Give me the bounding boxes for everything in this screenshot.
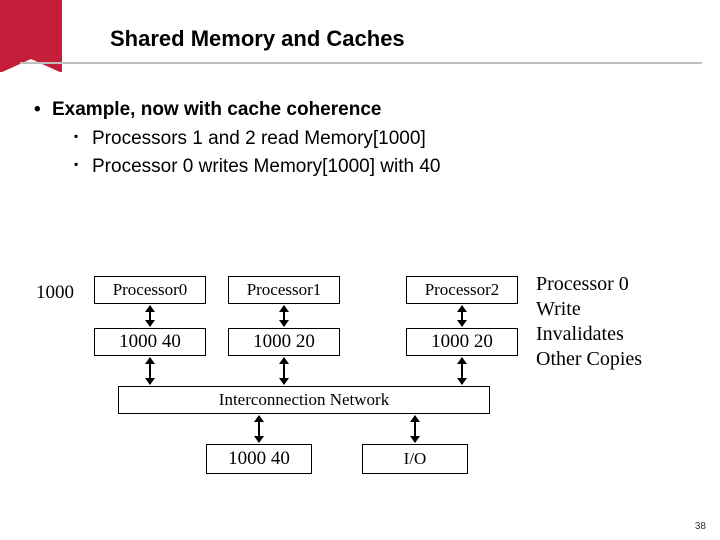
arrow-bus-io: [414, 416, 416, 442]
arrow-proc1-cache: [283, 306, 285, 326]
annotation-line: Other Copies: [536, 347, 642, 372]
memory-address-label: 1000: [36, 282, 74, 304]
arrow-bus-memory: [258, 416, 260, 442]
cache-0-box: 1000 40: [94, 328, 206, 356]
io-box: I/O: [362, 444, 468, 474]
bullet-level2: Processor 0 writes Memory[1000] with 40: [74, 153, 702, 182]
processor-2-box: Processor2: [406, 276, 518, 304]
title-block: Shared Memory and Caches: [110, 26, 700, 60]
arrow-cache0-bus: [149, 358, 151, 384]
cache-2-box: 1000 20: [406, 328, 518, 356]
arrow-cache2-bus: [461, 358, 463, 384]
title-underline: [20, 62, 702, 64]
annotation-text: Processor 0 Write Invalidates Other Copi…: [536, 272, 642, 372]
processor-0-box: Processor0: [94, 276, 206, 304]
page-number: 38: [695, 521, 706, 532]
arrow-cache1-bus: [283, 358, 285, 384]
arrow-proc0-cache: [149, 306, 151, 326]
interconnection-network-box: Interconnection Network: [118, 386, 490, 414]
slide-title: Shared Memory and Caches: [110, 26, 700, 60]
memory-box: 1000 40: [206, 444, 312, 474]
annotation-line: Invalidates: [536, 322, 642, 347]
annotation-line: Processor 0: [536, 272, 642, 297]
bullet-level2: Processors 1 and 2 read Memory[1000]: [74, 125, 702, 154]
bullet-level1: Example, now with cache coherence: [34, 96, 702, 125]
arrow-proc2-cache: [461, 306, 463, 326]
architecture-diagram: 1000 Processor0 Processor1 Processor2 10…: [36, 272, 686, 502]
annotation-line: Write: [536, 297, 642, 322]
cache-1-box: 1000 20: [228, 328, 340, 356]
body-content: Example, now with cache coherence Proces…: [28, 96, 702, 182]
processor-1-box: Processor1: [228, 276, 340, 304]
